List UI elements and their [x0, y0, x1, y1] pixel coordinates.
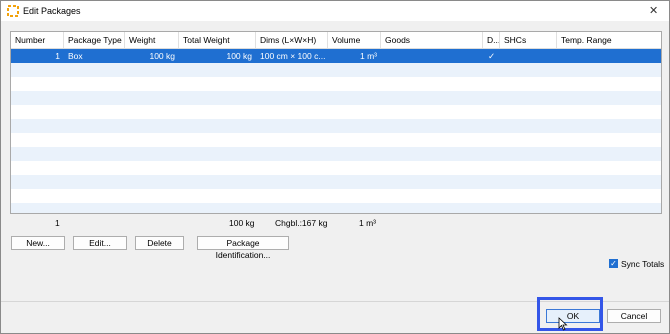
cell-temp-range [557, 49, 661, 63]
empty-row [11, 189, 661, 203]
column-header-temp-range[interactable]: Temp. Range [557, 32, 661, 48]
cancel-button[interactable]: Cancel [607, 309, 661, 323]
column-header-weight[interactable]: Weight [125, 32, 179, 48]
grid-header: Number Package Type Weight Total Weight … [11, 32, 661, 49]
mouse-pointer-icon [558, 317, 568, 331]
empty-row [11, 133, 661, 147]
window-title: Edit Packages [23, 6, 81, 16]
cell-dims: 100 cm × 100 c... [260, 51, 326, 61]
cell-weight: 100 kg [149, 51, 175, 61]
cell-goods [381, 49, 483, 63]
ok-button[interactable]: OK [546, 309, 600, 323]
total-volume: 1 m³ [359, 218, 376, 228]
empty-row [11, 119, 661, 133]
delete-button[interactable]: Delete [135, 236, 184, 250]
total-number: 1 [55, 218, 60, 228]
checkmark-icon[interactable]: ✓ [609, 259, 618, 268]
column-header-goods[interactable]: Goods [381, 32, 483, 48]
cell-volume: 1 m³ [360, 51, 377, 61]
cell-number: 1 [55, 51, 60, 61]
column-header-dims[interactable]: Dims (L×W×H) [256, 32, 328, 48]
sync-totals-label: Sync Totals [621, 259, 665, 269]
column-header-shcs[interactable]: SHCs [500, 32, 557, 48]
app-icon [7, 5, 19, 17]
empty-row [11, 77, 661, 91]
empty-row [11, 161, 661, 175]
package-identification-button[interactable]: Package Identification... [197, 236, 289, 260]
empty-row [11, 63, 661, 77]
empty-row [11, 91, 661, 105]
table-row[interactable]: 1 Box 100 kg 100 kg 100 cm × 100 c... 1 … [11, 49, 661, 63]
new-button[interactable]: New... [11, 236, 65, 250]
cell-package-type: Box [68, 51, 83, 61]
total-weight: 100 kg [229, 218, 255, 228]
title-bar: Edit Packages ✕ [1, 1, 669, 21]
close-icon[interactable]: ✕ [649, 4, 658, 17]
edit-button[interactable]: Edit... [73, 236, 127, 250]
edit-packages-dialog: Edit Packages ✕ Number Package Type Weig… [0, 0, 670, 334]
empty-row [11, 147, 661, 161]
column-header-d[interactable]: D... [483, 32, 500, 48]
column-header-number[interactable]: Number [11, 32, 64, 48]
chargeable-weight: Chgbl.:167 kg [275, 218, 328, 228]
packages-grid[interactable]: Number Package Type Weight Total Weight … [10, 31, 662, 214]
cell-shcs [500, 49, 557, 63]
column-header-total-weight[interactable]: Total Weight [179, 32, 256, 48]
empty-row [11, 203, 661, 213]
cell-total-weight: 100 kg [226, 51, 252, 61]
cell-d-check: ✓ [487, 51, 496, 61]
column-header-volume[interactable]: Volume [328, 32, 381, 48]
empty-row [11, 105, 661, 119]
empty-row [11, 175, 661, 189]
column-header-package-type[interactable]: Package Type [64, 32, 125, 48]
